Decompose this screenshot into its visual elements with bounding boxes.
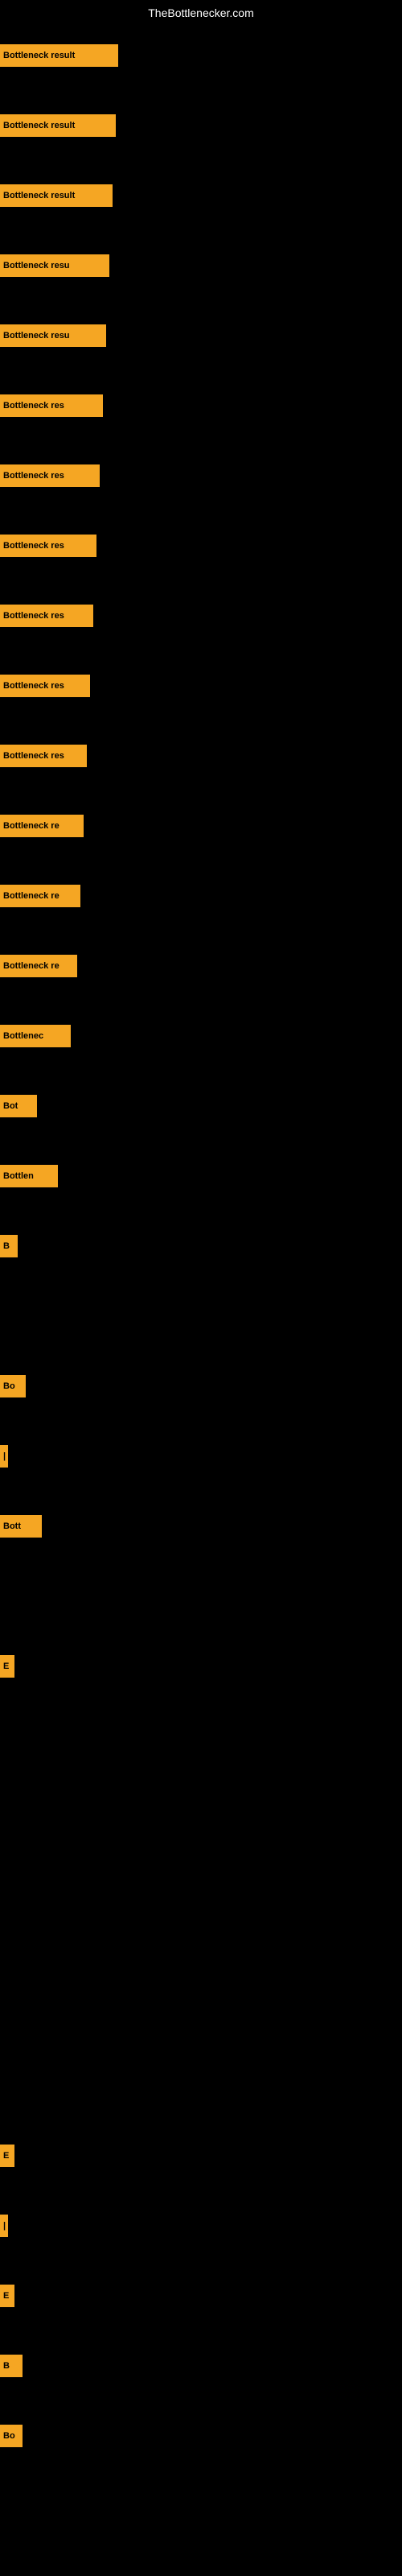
bottleneck-label: Bottleneck resu xyxy=(3,261,70,270)
bottleneck-label: | xyxy=(3,2221,6,2231)
bottleneck-label: Bo xyxy=(3,1381,15,1391)
bottleneck-label: Bottleneck res xyxy=(3,611,64,621)
bottleneck-bar: E xyxy=(0,2145,14,2167)
bottleneck-bar: Bottleneck result xyxy=(0,184,113,207)
bottleneck-bar: B xyxy=(0,2355,23,2377)
bottleneck-label: B xyxy=(3,2361,10,2371)
bottleneck-label: Bottlen xyxy=(3,1171,34,1181)
bottleneck-label: Bottleneck res xyxy=(3,681,64,691)
bottleneck-bar: Bottleneck resu xyxy=(0,324,106,347)
bottleneck-bar: Bottleneck res xyxy=(0,535,96,557)
bottleneck-bar: Bottleneck res xyxy=(0,394,103,417)
bottleneck-bar: Bottleneck resu xyxy=(0,254,109,277)
bottleneck-bar: Bottleneck re xyxy=(0,885,80,907)
bottleneck-label: Bottleneck result xyxy=(3,191,75,200)
bottleneck-bar: Bottleneck result xyxy=(0,114,116,137)
bottleneck-label: Bottleneck resu xyxy=(3,331,70,341)
bottleneck-label: Bottleneck result xyxy=(3,51,75,60)
bottleneck-label: Bottleneck res xyxy=(3,401,64,411)
bottleneck-label: E xyxy=(3,1662,9,1671)
bottleneck-bar: Bottleneck result xyxy=(0,44,118,67)
bottleneck-bar: Bottleneck re xyxy=(0,955,77,977)
bottleneck-label: E xyxy=(3,2291,9,2301)
bottleneck-label: Bottleneck re xyxy=(3,891,59,901)
bottleneck-bar: Bo xyxy=(0,1375,26,1397)
bottleneck-label: Bott xyxy=(3,1521,21,1531)
bottleneck-label: | xyxy=(3,1451,6,1461)
bottleneck-label: Bottleneck re xyxy=(3,821,59,831)
bottleneck-label: Bottleneck result xyxy=(3,121,75,130)
bottleneck-label: Bot xyxy=(3,1101,18,1111)
bottleneck-bar: Bottleneck res xyxy=(0,464,100,487)
bottleneck-bar: E xyxy=(0,2285,14,2307)
bottleneck-label: Bottleneck re xyxy=(3,961,59,971)
bottleneck-bar: Bottleneck res xyxy=(0,605,93,627)
bottleneck-bar: | xyxy=(0,2215,8,2237)
bottleneck-label: Bottleneck res xyxy=(3,471,64,481)
bottleneck-bar: | xyxy=(0,1445,8,1468)
bottleneck-bar: Bo xyxy=(0,2425,23,2447)
bottleneck-bar: Bottleneck res xyxy=(0,745,87,767)
bottleneck-label: E xyxy=(3,2151,9,2161)
bottleneck-bar: Bott xyxy=(0,1515,42,1538)
bottleneck-bar: Bot xyxy=(0,1095,37,1117)
bottleneck-label: Bottleneck res xyxy=(3,541,64,551)
bottleneck-label: Bottleneck res xyxy=(3,751,64,761)
bottleneck-bar: Bottlenec xyxy=(0,1025,71,1047)
bottleneck-bar: Bottlen xyxy=(0,1165,58,1187)
bottleneck-bar: B xyxy=(0,1235,18,1257)
bottleneck-label: Bo xyxy=(3,2431,15,2441)
bottleneck-bar: E xyxy=(0,1655,14,1678)
bottleneck-bar: Bottleneck re xyxy=(0,815,84,837)
bottleneck-label: B xyxy=(3,1241,10,1251)
bottleneck-bar: Bottleneck res xyxy=(0,675,90,697)
bottleneck-label: Bottlenec xyxy=(3,1031,43,1041)
site-title: TheBottlenecker.com xyxy=(0,6,402,19)
